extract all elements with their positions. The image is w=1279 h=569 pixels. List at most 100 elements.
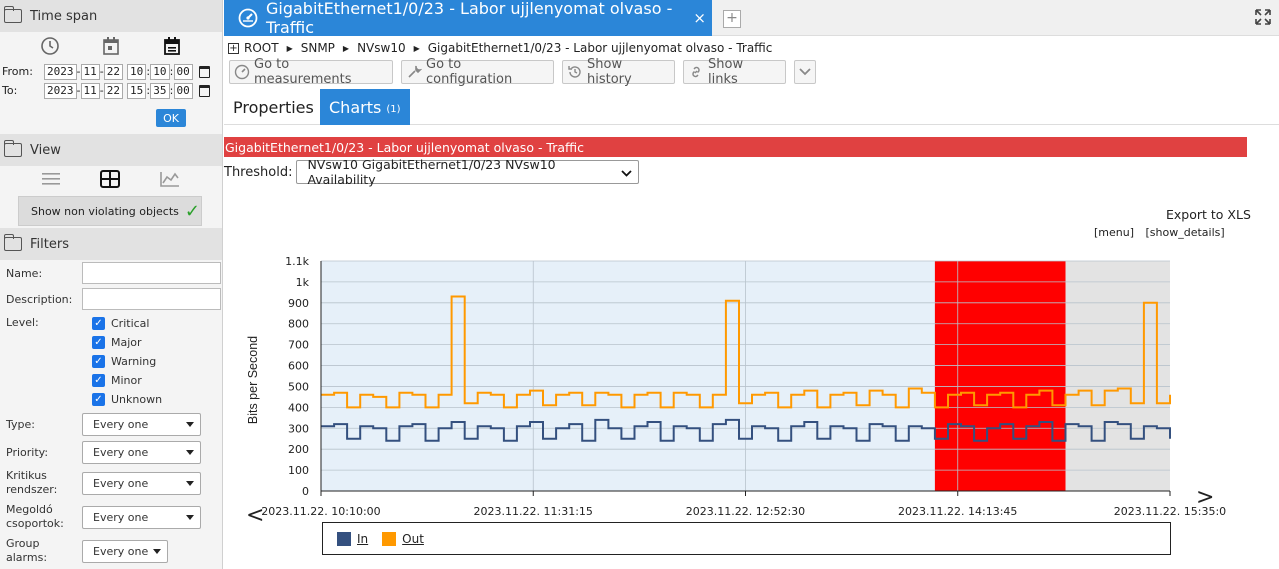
megoldo-select[interactable]: Every one — [82, 505, 201, 529]
grid-view-icon[interactable] — [99, 169, 121, 192]
go-to-measurements-button[interactable]: Go to measurements — [229, 57, 393, 87]
from-year[interactable]: 2023 — [44, 63, 77, 80]
priority-label: Priority: — [6, 445, 49, 459]
kritikus-select[interactable]: Every one — [82, 471, 201, 495]
description-filter-row: Description: — [0, 286, 222, 312]
type-select[interactable]: Every one — [82, 412, 201, 436]
chevron-down-icon — [153, 548, 161, 554]
threshold-label: Threshold: — [224, 164, 293, 180]
legend-item-in[interactable]: In — [337, 531, 368, 546]
checkbox-icon[interactable]: ✓ — [92, 317, 105, 330]
to-day[interactable]: 22 — [103, 82, 123, 99]
tab-title: GigabitEthernet1/0/23 - Labor ujjlenyoma… — [266, 0, 673, 37]
threshold-row: Threshold: NVsw10 GigabitEthernet1/0/23 … — [224, 157, 640, 187]
y-tick-label: 900 — [288, 297, 309, 310]
x-tick-label: 2023.11.22. 14:13:45 — [898, 505, 1017, 518]
chevron-down-icon — [186, 480, 194, 486]
from-month[interactable]: 11 — [80, 63, 100, 80]
checkbox-icon[interactable]: ✓ — [92, 336, 105, 349]
breadcrumb-item-current[interactable]: GigabitEthernet1/0/23 - Labor ujjlenyoma… — [428, 41, 773, 55]
add-tab-button[interactable]: + — [723, 10, 741, 28]
y-tick-label: 200 — [288, 443, 309, 456]
to-year[interactable]: 2023 — [44, 82, 77, 99]
level-list: ✓ Critical ✓ Major ✓ Warning ✓ Minor ✓ Unknow… — [92, 314, 162, 409]
clock-icon[interactable] — [39, 36, 61, 56]
chart-links: [menu] [show_details] — [1094, 226, 1233, 239]
checkbox-icon[interactable]: ✓ — [92, 374, 105, 387]
view-header[interactable]: View — [0, 134, 222, 166]
show-links-button[interactable]: Show links — [683, 57, 786, 87]
gauge-icon — [238, 8, 258, 28]
go-to-configuration-button[interactable]: Go to configuration — [401, 57, 554, 87]
chart-view-icon[interactable] — [159, 170, 181, 191]
name-input[interactable] — [82, 262, 221, 284]
level-warning[interactable]: ✓ Warning — [92, 352, 162, 371]
kritikus-filter-row: Kritikus rendszer: Every one — [0, 466, 222, 500]
legend-label-out: Out — [402, 531, 424, 546]
view-mode-icons — [0, 166, 222, 194]
tab-charts[interactable]: Charts (1) — [320, 89, 410, 125]
filters-header[interactable]: Filters — [0, 228, 222, 260]
chart-prev-button[interactable]: < — [246, 503, 264, 522]
y-tick-label: 500 — [288, 380, 309, 393]
description-input[interactable] — [82, 288, 221, 310]
folder-icon — [3, 6, 22, 23]
level-critical[interactable]: ✓ Critical — [92, 314, 162, 333]
close-icon[interactable]: × — [693, 9, 706, 27]
x-tick-label: 2023.11.22. 12:52:30 — [686, 505, 805, 518]
level-minor[interactable]: ✓ Minor — [92, 371, 162, 390]
link-icon — [688, 64, 704, 80]
from-day[interactable]: 22 — [103, 63, 123, 80]
group-alarms-select[interactable]: Every one — [82, 539, 168, 563]
tab-bar: GigabitEthernet1/0/23 - Labor ujjlenyoma… — [224, 0, 1279, 37]
wrench-icon — [406, 64, 423, 80]
to-month[interactable]: 11 — [80, 82, 100, 99]
ok-button[interactable]: OK — [156, 109, 186, 127]
name-label: Name: — [6, 266, 43, 280]
show-history-button[interactable]: Show history — [562, 57, 675, 87]
breadcrumb-separator-icon: ▶ — [286, 43, 293, 53]
type-filter-row: Type: Every one — [0, 410, 222, 438]
checkmark-icon: ✓ — [184, 200, 200, 222]
export-xls-link[interactable]: Export to XLS — [1166, 207, 1251, 222]
list-view-icon[interactable] — [41, 171, 61, 190]
tab-traffic[interactable]: GigabitEthernet1/0/23 - Labor ujjlenyoma… — [224, 0, 712, 37]
tab-properties[interactable]: Properties — [224, 89, 323, 125]
y-tick-label: 700 — [288, 339, 309, 352]
level-unknown[interactable]: ✓ Unknown — [92, 390, 162, 409]
expand-icon[interactable] — [1255, 9, 1271, 25]
legend-item-out[interactable]: Out — [382, 531, 424, 546]
chart-next-button[interactable]: > — [1196, 485, 1214, 510]
from-minute[interactable]: 10 — [150, 63, 170, 80]
checkbox-icon[interactable]: ✓ — [92, 393, 105, 406]
time-span-header[interactable]: Time span — [0, 0, 222, 32]
kritikus-label: Kritikus rendszer: — [6, 469, 58, 496]
show-non-violating-toggle[interactable]: Show non violating objects ✓ — [18, 196, 202, 226]
breadcrumb-item-root[interactable]: ROOT — [244, 41, 279, 55]
threshold-select[interactable]: NVsw10 GigabitEthernet1/0/23 NVsw10 Avai… — [296, 157, 640, 187]
filters-title: Filters — [30, 236, 69, 252]
y-tick-label: 0 — [302, 485, 309, 498]
y-tick-label: 1k — [296, 276, 310, 289]
view-title: View — [30, 142, 61, 158]
from-calendar-icon[interactable] — [198, 65, 210, 78]
level-major[interactable]: ✓ Major — [92, 333, 162, 352]
to-minute[interactable]: 35 — [150, 82, 170, 99]
from-hour[interactable]: 10 — [127, 63, 147, 80]
chart-show-details-link[interactable]: [show_details] — [1146, 226, 1225, 239]
to-hour[interactable]: 15 — [127, 82, 147, 99]
expand-tree-icon[interactable]: + — [228, 42, 239, 54]
calendar-day-icon[interactable] — [100, 36, 122, 56]
checkbox-icon[interactable]: ✓ — [92, 355, 105, 368]
to-second[interactable]: 00 — [173, 82, 193, 99]
from-second[interactable]: 00 — [173, 63, 193, 80]
priority-select[interactable]: Every one — [82, 440, 201, 464]
to-calendar-icon[interactable] — [198, 84, 210, 97]
chart-menu-link[interactable]: [menu] — [1094, 226, 1134, 239]
y-tick-label: 1.1k — [285, 255, 309, 268]
chart-legend: In Out — [322, 522, 1171, 555]
more-actions-button[interactable] — [794, 60, 816, 84]
calendar-range-icon[interactable] — [161, 36, 183, 56]
breadcrumb-item-nvsw10[interactable]: NVsw10 — [357, 41, 406, 55]
breadcrumb-item-snmp[interactable]: SNMP — [301, 41, 335, 55]
